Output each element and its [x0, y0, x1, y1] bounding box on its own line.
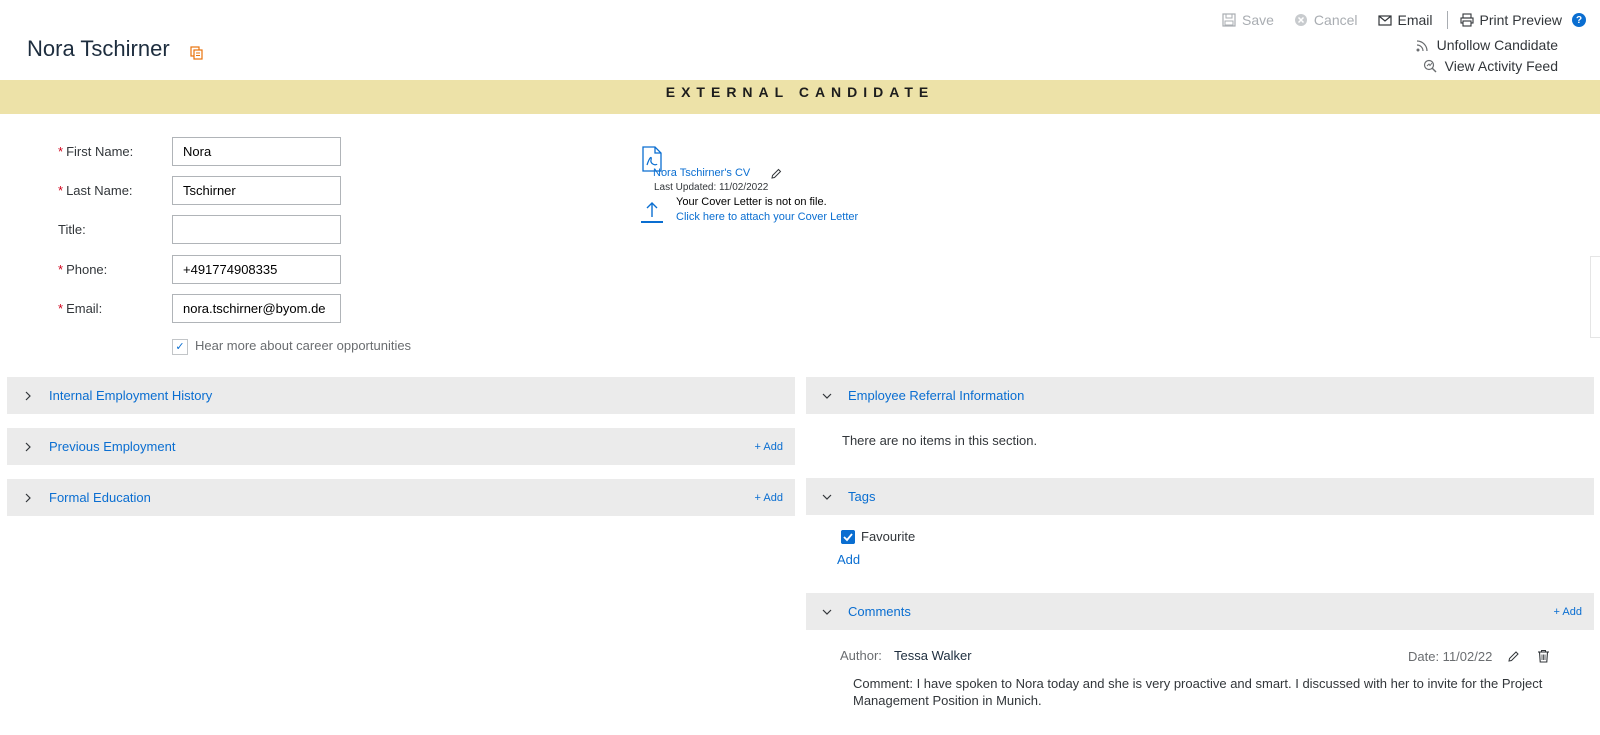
- phone-label: * Phone:: [58, 262, 107, 277]
- comment-author-label: Author:: [840, 648, 882, 663]
- candidate-type-banner: EXTERNAL CANDIDATE: [0, 80, 1600, 114]
- cancel-label: Cancel: [1313, 12, 1358, 28]
- required-marker: *: [58, 262, 64, 277]
- email-label-text: Email:: [66, 301, 103, 316]
- add-comment-button[interactable]: + Add: [1554, 606, 1582, 618]
- cv-last-updated: Last Updated: 11/02/2022: [654, 182, 769, 193]
- cancel-button[interactable]: Cancel: [1294, 12, 1358, 28]
- save-icon: [1222, 13, 1236, 27]
- rss-icon: [1416, 39, 1428, 51]
- cv-link[interactable]: Nora Tschirner's CV: [653, 167, 750, 179]
- section-internal-employment-history[interactable]: Internal Employment History: [7, 377, 795, 414]
- first-name-field[interactable]: Nora: [172, 137, 341, 166]
- cancel-icon: [1294, 14, 1307, 26]
- phone-label-text: Phone:: [66, 262, 108, 277]
- section-comments[interactable]: Comments + Add: [806, 593, 1594, 630]
- comment-date: Date: 11/02/22: [1408, 649, 1493, 664]
- view-activity-feed-link[interactable]: View Activity Feed: [1423, 58, 1558, 74]
- edit-cv-icon[interactable]: [770, 168, 782, 180]
- favourite-checkbox[interactable]: [841, 530, 855, 544]
- save-button[interactable]: Save: [1222, 12, 1274, 28]
- add-formal-education-button[interactable]: + Add: [755, 492, 783, 504]
- chevron-right-icon: [25, 391, 31, 400]
- chevron-down-icon: [822, 393, 832, 399]
- attach-cover-letter-link[interactable]: Click here to attach your Cover Letter: [676, 211, 858, 223]
- referral-empty-note: There are no items in this section.: [842, 433, 1038, 448]
- section-previous-employment[interactable]: Previous Employment + Add: [7, 428, 795, 465]
- section-title: Previous Employment: [49, 439, 176, 454]
- toolbar: Save Cancel Email Print Preview ?: [1202, 10, 1586, 30]
- section-title: Internal Employment History: [49, 388, 213, 403]
- save-label: Save: [1242, 12, 1274, 28]
- comment-text: Comment: I have spoken to Nora today and…: [853, 676, 1543, 708]
- last-name-field[interactable]: Tschirner: [172, 176, 341, 205]
- section-title: Formal Education: [49, 490, 151, 505]
- cover-letter-note: Your Cover Letter is not on file.: [676, 196, 827, 208]
- required-marker: *: [58, 301, 64, 316]
- chevron-right-icon: [25, 442, 31, 451]
- print-preview-label: Print Preview: [1479, 12, 1562, 28]
- print-preview-button[interactable]: Print Preview: [1459, 12, 1562, 28]
- activity-feed-label: View Activity Feed: [1444, 58, 1558, 74]
- phone-field[interactable]: +491774908335: [172, 255, 341, 284]
- section-tags[interactable]: Tags: [806, 478, 1594, 515]
- required-marker: *: [58, 183, 64, 198]
- candidate-name: Nora Tschirner: [27, 36, 170, 61]
- edit-comment-icon[interactable]: [1507, 650, 1520, 663]
- title-label: Title:: [58, 222, 86, 237]
- last-name-label: * Last Name:: [58, 183, 133, 198]
- email-label-field: * Email:: [58, 301, 102, 316]
- chevron-right-icon: [25, 493, 31, 502]
- first-name-label: * First Name:: [58, 144, 133, 159]
- email-label: Email: [1397, 12, 1433, 28]
- section-employee-referral[interactable]: Employee Referral Information: [806, 377, 1594, 414]
- first-name-label-text: First Name:: [66, 144, 134, 159]
- career-opportunities-checkbox[interactable]: ✓: [172, 339, 188, 355]
- chevron-down-icon: [822, 494, 832, 500]
- title-field[interactable]: [172, 215, 341, 244]
- envelope-icon: [1377, 15, 1392, 26]
- section-title: Employee Referral Information: [848, 388, 1025, 403]
- comment-author-name: Tessa Walker: [894, 648, 972, 663]
- activity-feed-icon: [1423, 59, 1437, 72]
- section-title: Comments: [848, 604, 911, 619]
- favourite-tag-label: Favourite: [861, 529, 916, 544]
- last-name-label-text: Last Name:: [66, 183, 133, 198]
- printer-icon: [1459, 13, 1474, 27]
- unfollow-label: Unfollow Candidate: [1436, 37, 1558, 53]
- add-previous-employment-button[interactable]: + Add: [755, 441, 783, 453]
- section-title: Tags: [848, 489, 876, 504]
- email-field[interactable]: nora.tschirner@byom.de: [172, 294, 341, 323]
- required-marker: *: [58, 144, 64, 159]
- help-icon[interactable]: ?: [1572, 13, 1586, 27]
- career-opportunities-label: Hear more about career opportunities: [195, 338, 412, 353]
- unfollow-candidate-link[interactable]: Unfollow Candidate: [1415, 37, 1558, 53]
- toolbar-separator: [1446, 11, 1448, 29]
- upload-icon[interactable]: [641, 200, 663, 224]
- copy-icon[interactable]: [190, 46, 204, 60]
- trash-icon[interactable]: [1537, 649, 1550, 663]
- section-formal-education[interactable]: Formal Education + Add: [7, 479, 795, 516]
- add-tag-link[interactable]: Add: [837, 552, 860, 567]
- chevron-down-icon: [822, 609, 832, 615]
- email-button[interactable]: Email: [1377, 12, 1433, 28]
- side-panel-tab[interactable]: [1590, 256, 1600, 338]
